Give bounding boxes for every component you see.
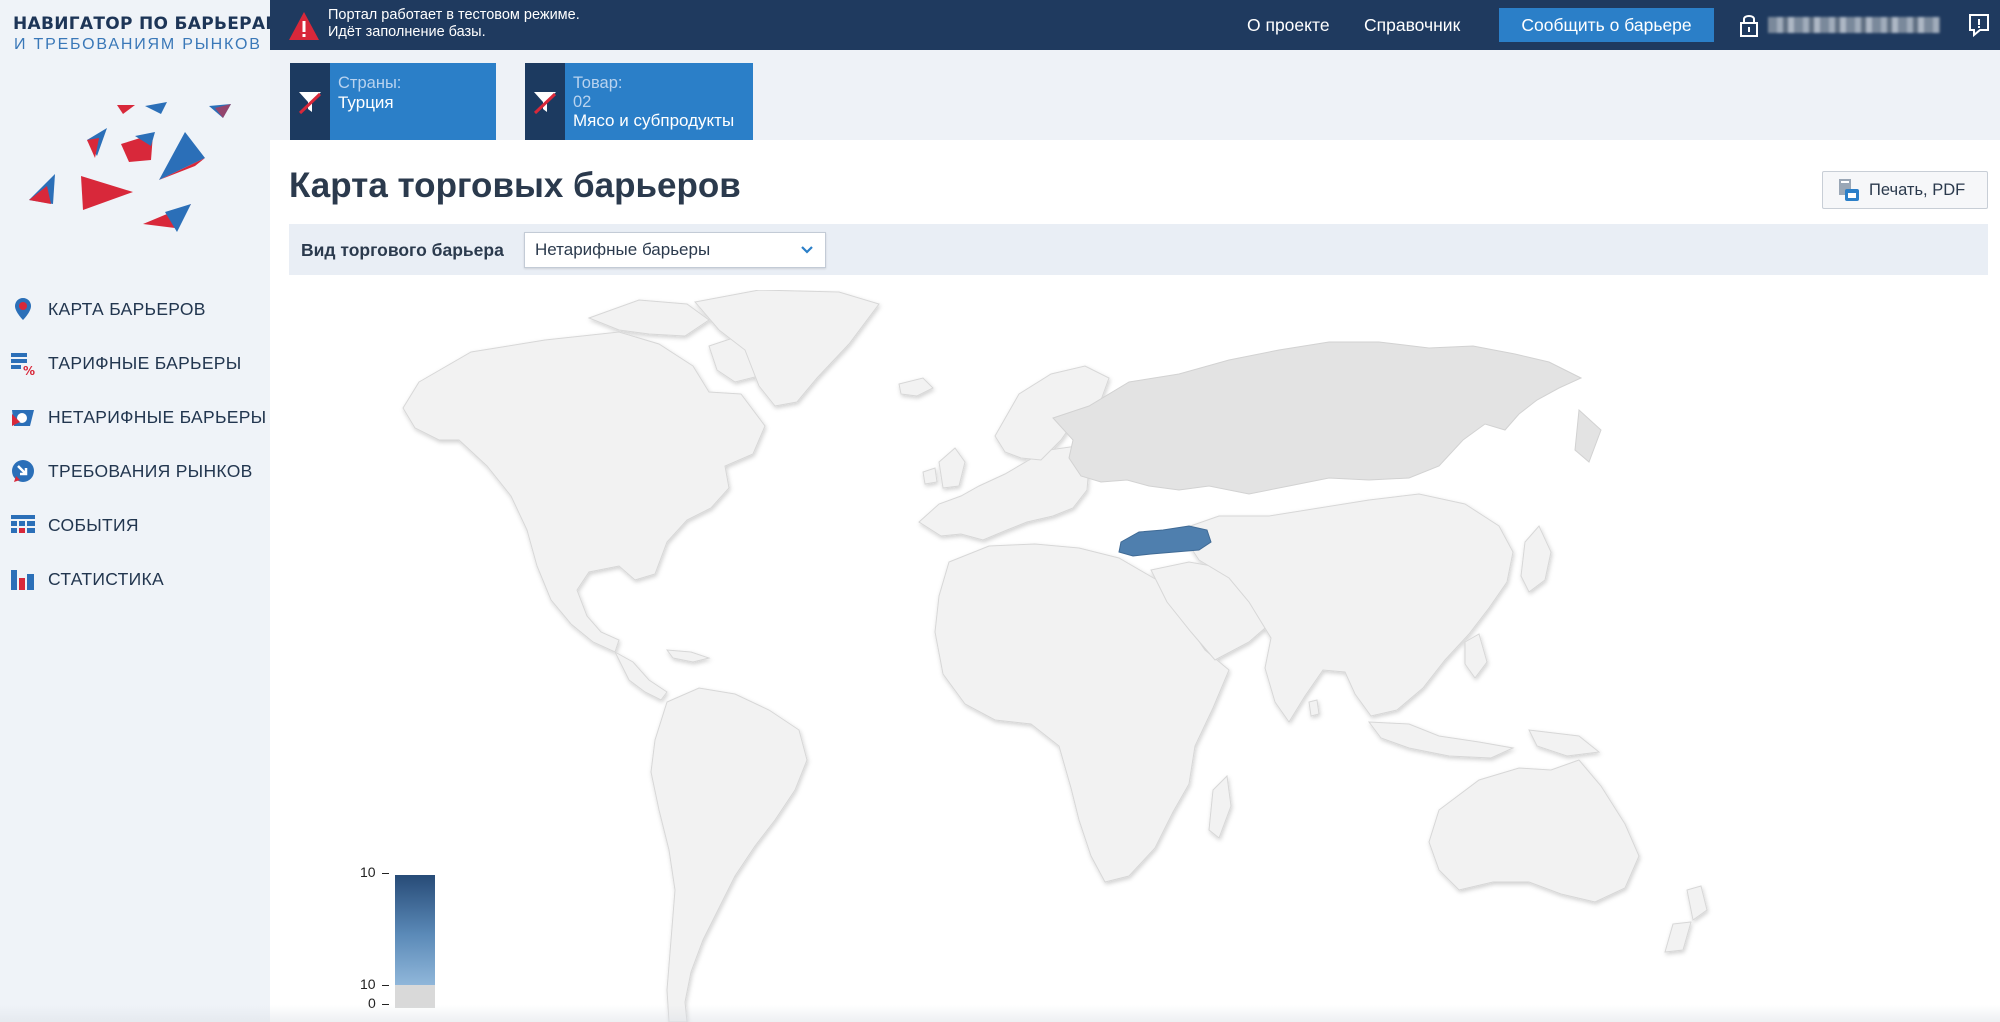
product-filter[interactable]: Товар: 02 Мясо и субпродукты bbox=[525, 63, 753, 140]
iceland-region bbox=[898, 377, 934, 397]
british-isles-region bbox=[938, 447, 966, 489]
barrier-type-selected: Нетарифные барьеры bbox=[535, 240, 711, 259]
sidebar-item-market-requirements[interactable]: ТРЕБОВАНИЯ РЫНКОВ bbox=[0, 444, 270, 498]
legend-tick-label: 10 bbox=[360, 976, 376, 992]
non-tariff-icon bbox=[12, 410, 34, 426]
world-map-canvas[interactable] bbox=[289, 290, 1988, 1022]
calendar-icon bbox=[11, 515, 35, 533]
page-title: Карта торговых барьеров bbox=[289, 166, 741, 205]
sidebar-item-label: СОБЫТИЯ bbox=[48, 514, 139, 535]
notice-line: Идёт заполнение базы. bbox=[328, 24, 486, 40]
filter-strip: Страны: Турция Товар: 02 Мясо и субпроду… bbox=[270, 50, 2000, 140]
sidebar-nav: КАРТА БАРЬЕРОВ % ТАРИФНЫЕ БАРЬЕРЫ НЕТАРИ… bbox=[0, 282, 270, 606]
sidebar-item-label: КАРТА БАРЬЕРОВ bbox=[48, 298, 206, 319]
sri-lanka-region bbox=[1308, 699, 1320, 717]
brand-logo-icon[interactable] bbox=[25, 100, 245, 240]
russia-region bbox=[1052, 341, 1583, 495]
sidebar-item-label: ТАРИФНЫЕ БАРЬЕРЫ bbox=[48, 352, 242, 373]
world-map[interactable] bbox=[289, 290, 1988, 1022]
filter-icon bbox=[290, 63, 330, 140]
legend-tick-max: 10 bbox=[360, 864, 389, 880]
legend-tick-mid: 10 bbox=[360, 976, 389, 992]
kamchatka-region bbox=[1574, 408, 1602, 463]
sidebar: НАВИГАТОР ПО БАРЬЕРАМ И ТРЕБОВАНИЯМ РЫНК… bbox=[0, 0, 282, 1022]
product-code: 02 bbox=[573, 93, 592, 111]
new-guinea-region bbox=[1528, 729, 1601, 757]
australia-region bbox=[1428, 759, 1640, 903]
about-link[interactable]: О проекте bbox=[1247, 15, 1330, 36]
product-caption: Товар: bbox=[573, 74, 623, 92]
countries-caption: Страны: bbox=[338, 74, 402, 92]
sidebar-item-tariff-barriers[interactable]: % ТАРИФНЫЕ БАРЬЕРЫ bbox=[0, 336, 270, 390]
ireland-region bbox=[922, 467, 938, 485]
countries-value: Турция bbox=[338, 93, 394, 112]
barrier-type-toolbar: Вид торгового барьера Нетарифные барьеры bbox=[289, 224, 1988, 275]
north-america-region bbox=[402, 331, 766, 653]
barrier-type-label: Вид торгового барьера bbox=[301, 240, 504, 260]
lock-icon[interactable] bbox=[1739, 12, 1759, 38]
sidebar-item-label: СТАТИСТИКА bbox=[48, 568, 164, 589]
sidebar-item-non-tariff-barriers[interactable]: НЕТАРИФНЫЕ БАРЬЕРЫ bbox=[0, 390, 270, 444]
philippines-region bbox=[1464, 633, 1488, 679]
product-value: Мясо и субпродукты bbox=[573, 111, 735, 130]
sidebar-item-events[interactable]: СОБЫТИЯ bbox=[0, 498, 270, 552]
sidebar-item-barrier-map[interactable]: КАРТА БАРЬЕРОВ bbox=[0, 282, 270, 336]
tariff-icon: % bbox=[11, 353, 35, 376]
arctic-islands-region bbox=[587, 299, 710, 337]
top-bar: Портал работает в тестовом режиме. Идёт … bbox=[270, 0, 2000, 50]
japan-region bbox=[1520, 525, 1552, 593]
sidebar-item-label: ТРЕБОВАНИЯ РЫНКОВ bbox=[48, 460, 253, 481]
south-america-region bbox=[650, 687, 808, 1022]
sidebar-item-label: НЕТАРИФНЫЕ БАРЬЕРЫ bbox=[48, 406, 267, 427]
sidebar-item-statistics[interactable]: СТАТИСТИКА bbox=[0, 552, 270, 606]
southeast-asia-islands-region bbox=[1367, 721, 1515, 759]
countries-filter[interactable]: Страны: Турция bbox=[290, 63, 496, 140]
svg-text:%: % bbox=[23, 364, 35, 376]
legend-tick-label: 10 bbox=[360, 864, 376, 880]
map-pin-icon bbox=[15, 298, 31, 320]
barrier-type-select[interactable]: Нетарифные барьеры bbox=[524, 232, 826, 268]
central-america-region bbox=[613, 650, 668, 701]
reference-link[interactable]: Справочник bbox=[1364, 15, 1460, 36]
help-icon[interactable] bbox=[1968, 13, 1990, 37]
chevron-down-icon bbox=[801, 246, 813, 254]
madagascar-region bbox=[1208, 774, 1232, 839]
brand-subtitle[interactable]: И ТРЕБОВАНИЯМ РЫНКОВ bbox=[14, 36, 262, 54]
print-icon bbox=[1839, 179, 1859, 201]
print-pdf-label: Печать, PDF bbox=[1869, 180, 1966, 199]
print-pdf-button[interactable]: Печать, PDF bbox=[1822, 171, 1988, 209]
caribbean-region bbox=[665, 649, 711, 663]
test-mode-notice: Портал работает в тестовом режиме. Идёт … bbox=[328, 7, 580, 41]
notice-line: Портал работает в тестовом режиме. bbox=[328, 7, 580, 23]
user-account-name[interactable] bbox=[1768, 17, 1940, 33]
new-zealand-region bbox=[1686, 885, 1708, 921]
filter-icon bbox=[525, 63, 565, 140]
report-barrier-button[interactable]: Сообщить о барьере bbox=[1499, 8, 1714, 42]
brand-title[interactable]: НАВИГАТОР ПО БАРЬЕРАМ bbox=[13, 14, 283, 34]
bottom-fade bbox=[0, 1005, 2000, 1022]
statistics-icon bbox=[11, 570, 34, 590]
new-zealand-south-region bbox=[1664, 921, 1692, 953]
warning-icon bbox=[289, 12, 319, 40]
market-requirements-icon bbox=[12, 460, 34, 482]
